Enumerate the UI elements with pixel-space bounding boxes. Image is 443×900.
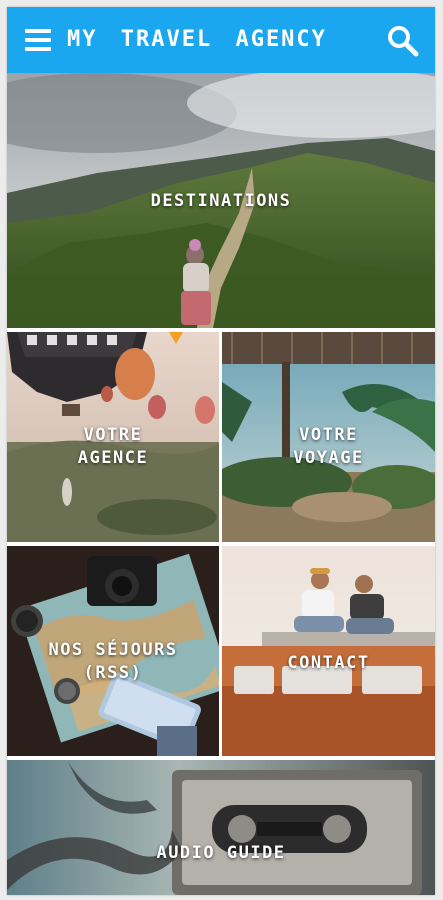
tile-nos-sejours-label-line1: NOS SÉJOURS <box>48 640 178 660</box>
tile-votre-voyage-label-line1: VOTRE <box>299 425 358 445</box>
tile-contact-label: CONTACT <box>287 653 370 673</box>
tile-votre-agence-label-line1: VOTRE <box>83 425 143 445</box>
tile-votre-voyage-label-line2: VOYAGE <box>293 448 364 468</box>
tile-votre-agence-label-line2: AGENCE <box>77 448 149 468</box>
tile-nos-sejours-label-line2: (RSS) <box>83 663 143 683</box>
contact-photo <box>222 546 435 756</box>
audio-guide-photo <box>7 760 435 895</box>
hamburger-menu-icon[interactable] <box>25 29 51 51</box>
app-header: MY TRAVEL AGENCY <box>7 7 435 73</box>
tile-votre-agence[interactable]: VOTRE AGENCE <box>7 332 219 542</box>
app-window: MY TRAVEL AGENCY DESTINATIONS VOTRE AGEN… <box>7 7 435 895</box>
tile-audio-guide-label: AUDIO GUIDE <box>156 843 286 863</box>
tile-audio-guide[interactable]: AUDIO GUIDE <box>7 760 435 895</box>
tile-destinations[interactable]: DESTINATIONS <box>7 73 435 328</box>
tile-votre-voyage[interactable]: VOTRE VOYAGE <box>222 332 435 542</box>
tile-contact[interactable]: CONTACT <box>222 546 435 756</box>
screen-frame: MY TRAVEL AGENCY DESTINATIONS VOTRE AGEN… <box>0 0 443 900</box>
tile-destinations-label: DESTINATIONS <box>150 191 292 211</box>
app-title: MY TRAVEL AGENCY <box>67 27 327 52</box>
tile-nos-sejours[interactable]: NOS SÉJOURS (RSS) <box>7 546 219 756</box>
search-icon[interactable] <box>387 25 419 57</box>
